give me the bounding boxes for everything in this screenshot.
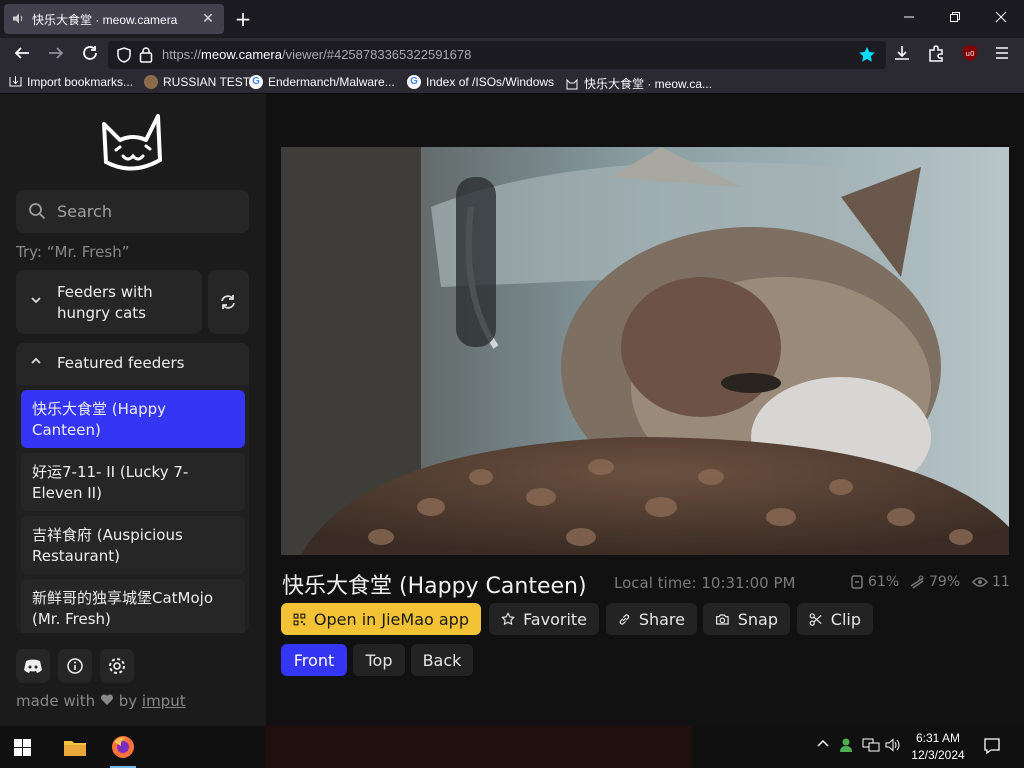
share-button[interactable]: Share [606,603,697,635]
feeder-item-happy-canteen[interactable]: 快乐大食堂 (Happy Canteen) [21,390,245,448]
bookmark-happy-canteen[interactable]: 快乐大食堂 · meow.ca... [565,75,712,92]
camera-icon [716,613,729,625]
back-arrow-icon[interactable] [10,44,34,66]
menu-icon[interactable] [990,44,1014,66]
qr-code-icon [293,613,306,625]
food-icon [851,575,863,589]
feeder-title: 快乐大食堂 (Happy Canteen) [282,574,587,599]
search-hint: Try: “Mr. Fresh” [16,243,130,261]
info-icon[interactable] [58,649,92,683]
star-icon [501,612,515,625]
featured-feeders-header[interactable]: Featured feeders [16,343,249,385]
cat-icon [565,77,579,91]
snap-button[interactable]: Snap [703,603,790,635]
speaker-icon[interactable] [12,12,26,26]
made-with-credit: made with by imput [16,692,186,710]
import-icon [8,75,22,89]
clip-button[interactable]: Clip [797,603,873,635]
link-icon [619,613,630,625]
featured-feeders-label: Featured feeders [57,354,185,372]
gear-icon[interactable] [100,649,134,683]
search-icon [28,202,46,220]
search-input[interactable] [57,199,237,224]
hungry-feeders-label: Feeders with hungry cats [57,283,153,322]
system-clock[interactable]: 6:31 AM 12/3/2024 [906,730,970,764]
windows-taskbar: 6:31 AM 12/3/2024 [0,726,1024,768]
favorite-button[interactable]: Favorite [489,603,599,635]
refresh-icon [219,293,237,315]
app: Try: “Mr. Fresh” Feeders with hungry cat… [0,94,1024,726]
open-jiemao-button[interactable]: Open in JieMao app [281,603,481,635]
feeder-item-lucky-711[interactable]: 好运7-11- II (Lucky 7-Eleven II) [21,453,245,511]
refresh-button[interactable] [208,270,249,334]
heart-icon [100,692,114,710]
url-text[interactable]: https://meow.camera/viewer/#425878336532… [162,47,471,62]
tab-bar: 快乐大食堂 · meow.camera ✕ + [0,0,1024,38]
restore-button[interactable] [932,6,978,32]
bookmark-import[interactable]: Import bookmarks... [8,75,133,89]
bookmarks-bar: Import bookmarks... RUSSIAN TEST G Ender… [0,72,1024,94]
svg-text:u0: u0 [966,50,975,58]
browser-chrome: 快乐大食堂 · meow.camera ✕ + https://meow.cam… [0,0,1024,94]
url-bar[interactable]: https://meow.camera/viewer/#425878336532… [108,41,886,69]
discord-icon[interactable] [16,649,50,683]
taskbar-background-area [266,726,692,768]
bookmark-isos[interactable]: G Index of /ISOs/Windows [407,75,554,89]
volume-icon[interactable] [884,737,902,757]
shield-icon[interactable] [116,47,132,67]
forward-arrow-icon[interactable] [44,44,68,66]
local-time: Local time: 10:31:00 PM [614,574,796,592]
feeder-info-row: 快乐大食堂 (Happy Canteen) Local time: 10:31:… [282,566,1012,600]
food-level-stat: 61% [850,574,899,590]
nav-bar: https://meow.camera/viewer/#425878336532… [0,38,1024,72]
chevron-down-icon [30,294,42,309]
feeder-item-mr-fresh[interactable]: 新鲜哥的独享城堡CatMojo (Mr. Fresh) [21,579,245,633]
chevron-up-icon [30,355,42,370]
google-icon: G [407,75,421,89]
favicon-icon [144,75,158,89]
feeder-item-auspicious[interactable]: 吉祥食府 (Auspicious Restaurant) [21,516,245,574]
search-box[interactable] [16,190,249,233]
user-tray-icon[interactable] [838,737,854,757]
windows-start-icon[interactable] [14,739,31,756]
new-tab-button[interactable]: + [232,8,254,30]
author-link[interactable]: imput [142,692,186,710]
tray-chevron-up-icon[interactable] [816,737,830,755]
camera-video-feed[interactable] [281,147,1009,555]
close-window-button[interactable] [978,6,1024,32]
sidebar: Try: “Mr. Fresh” Feeders with hungry cat… [0,94,266,726]
camera-back-button[interactable]: Back [411,644,473,676]
battery-stat: 79% [909,574,960,590]
file-explorer-icon[interactable] [62,734,88,760]
ublock-icon[interactable]: u0 [958,44,982,66]
bowl-icon [910,575,924,589]
cat-logo-icon[interactable] [98,110,168,174]
camera-front-button[interactable]: Front [281,644,347,676]
scissors-icon [809,612,822,626]
download-icon[interactable] [890,44,914,66]
tab-close-icon[interactable]: ✕ [200,11,216,27]
notifications-icon[interactable] [983,737,1001,759]
featured-feeders: Featured feeders 快乐大食堂 (Happy Canteen) 好… [16,343,249,633]
google-icon: G [249,75,263,89]
minimize-button[interactable] [886,6,932,32]
viewers-stat: 11 [972,574,1010,590]
eye-icon [972,577,988,587]
reload-icon[interactable] [78,44,102,66]
bookmark-russian-test[interactable]: RUSSIAN TEST [144,75,250,89]
firefox-icon[interactable] [110,734,136,768]
lock-icon[interactable] [138,46,154,67]
bookmark-endermanch[interactable]: G Endermanch/Malware... [249,75,395,89]
browser-tab[interactable]: 快乐大食堂 · meow.camera ✕ [4,4,224,34]
hungry-feeders-toggle[interactable]: Feeders with hungry cats [16,270,202,334]
camera-top-button[interactable]: Top [353,644,405,676]
extensions-icon[interactable] [924,44,948,66]
network-icon[interactable] [862,737,880,757]
tab-title: 快乐大食堂 · meow.camera [32,12,178,27]
bookmark-star-icon[interactable] [858,46,876,68]
